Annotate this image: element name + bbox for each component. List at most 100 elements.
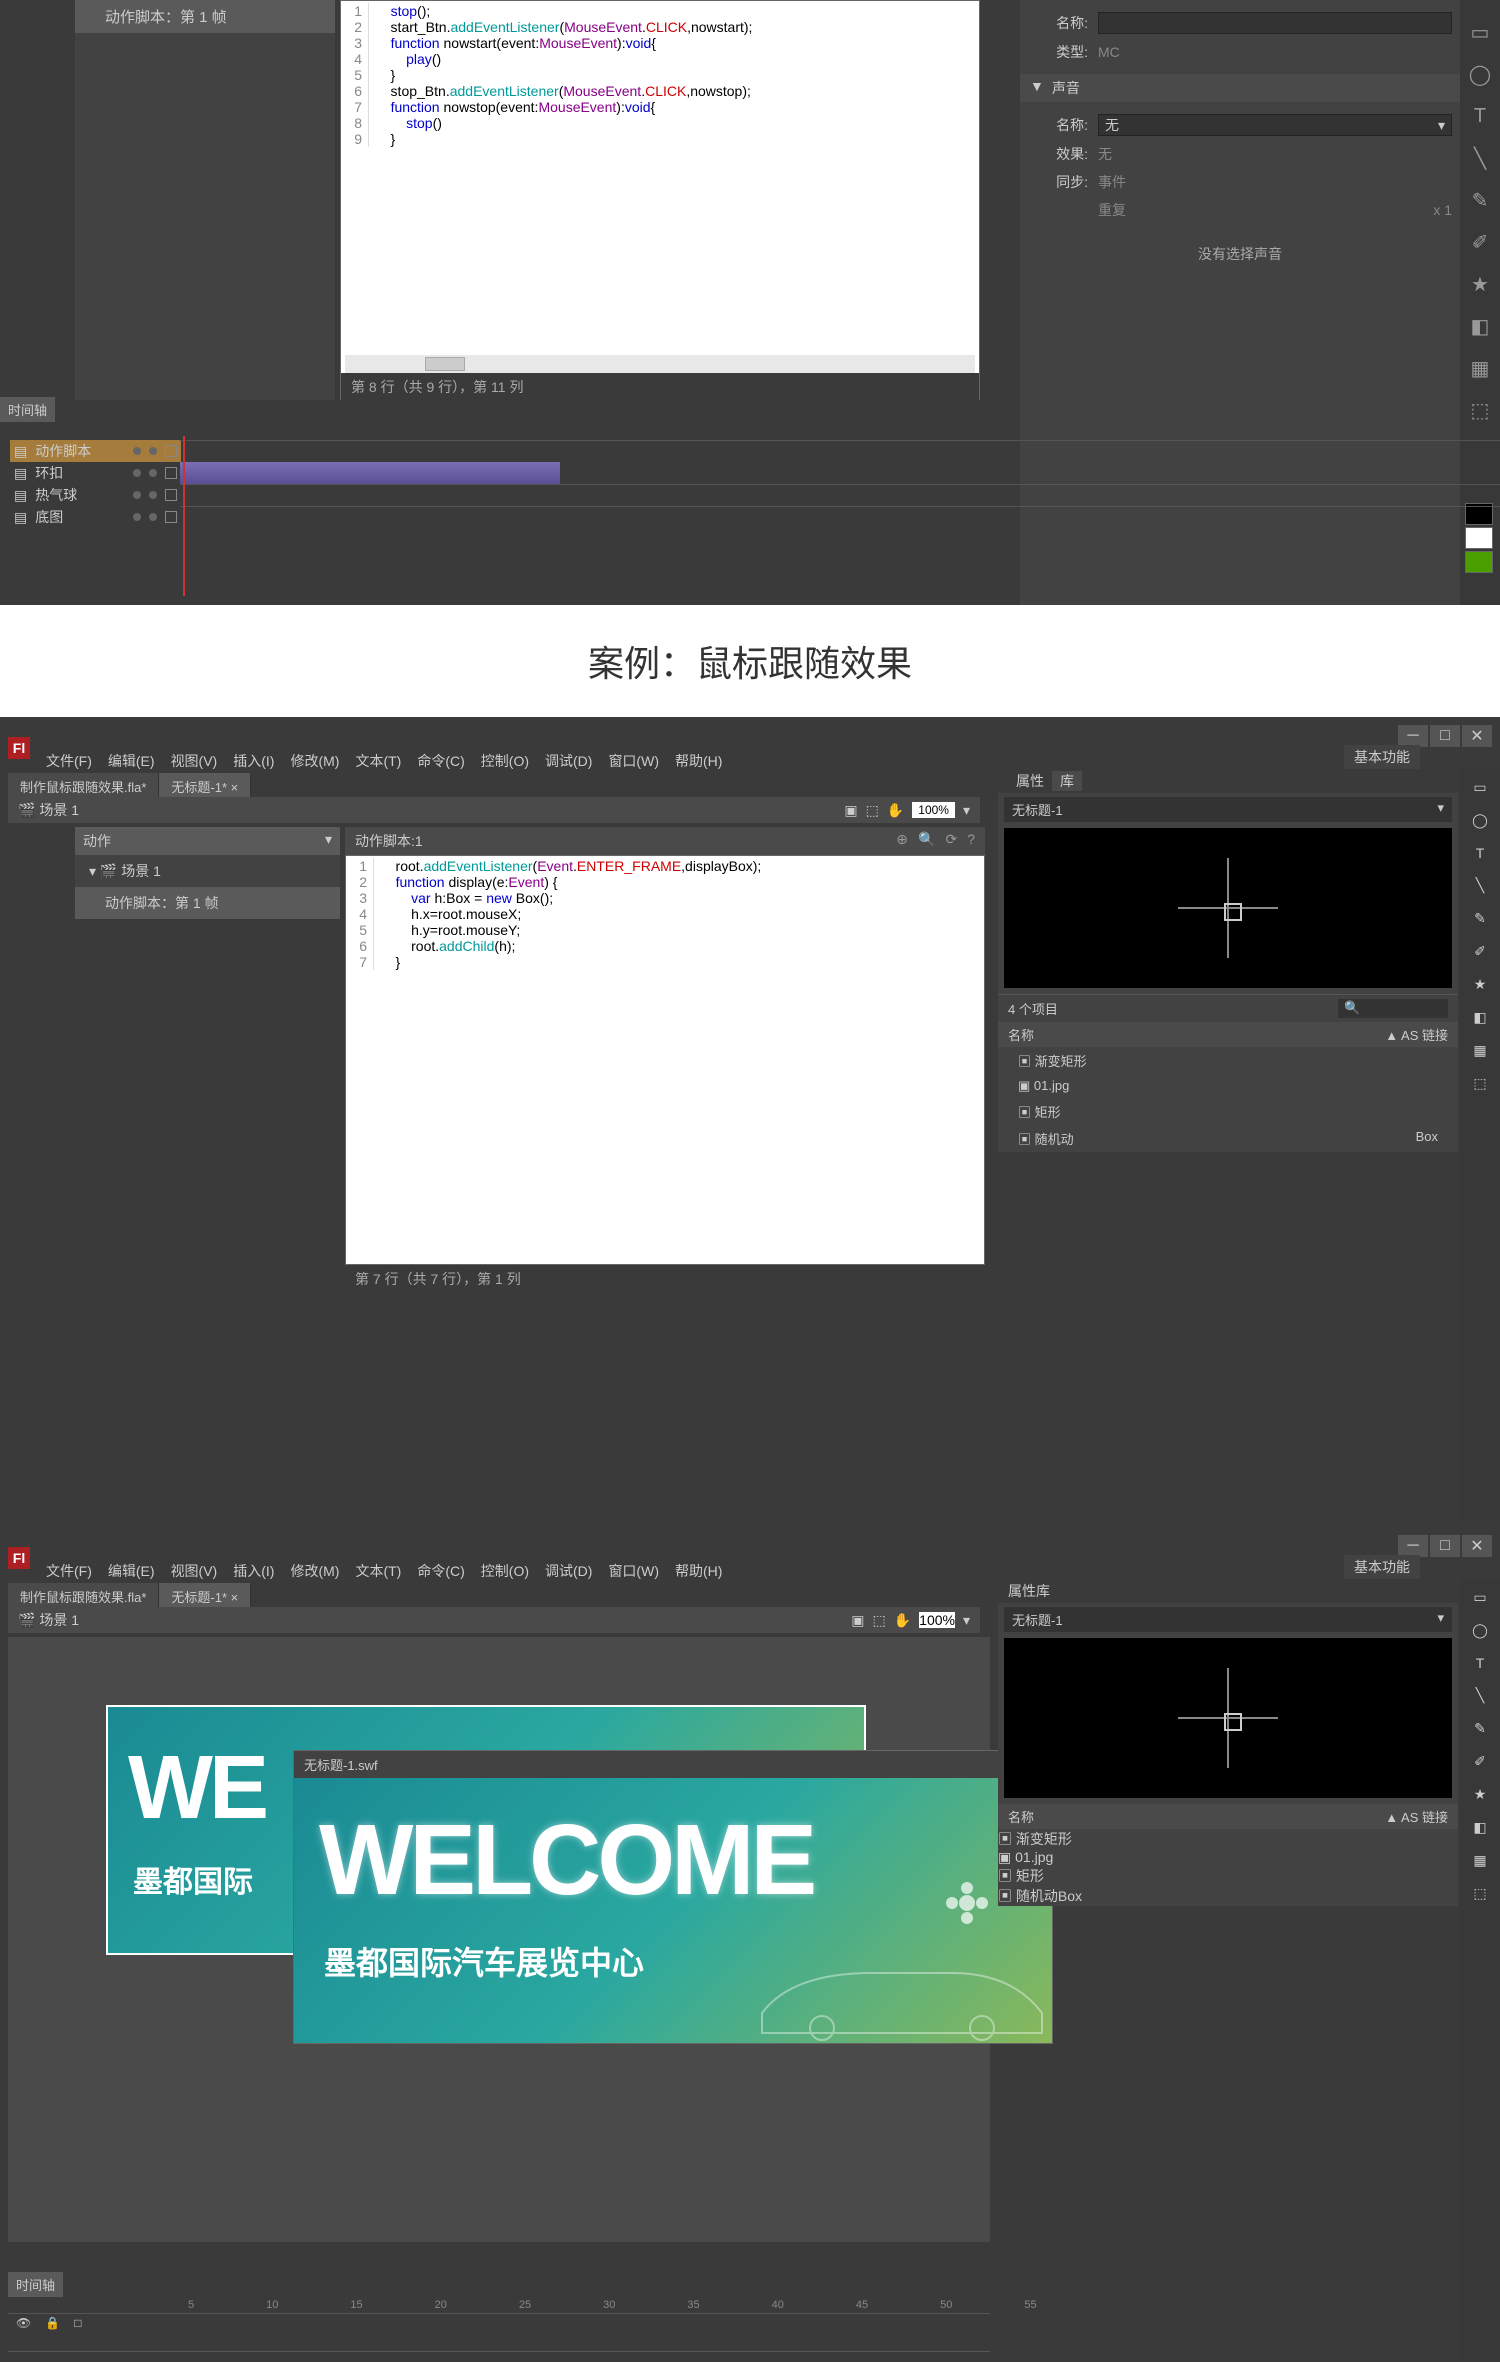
swatch-white[interactable]	[1465, 527, 1493, 549]
tree-frame-script[interactable]: 动作脚本：第 1 帧	[75, 887, 340, 919]
tool-icon[interactable]: ★	[1474, 1786, 1487, 1803]
zoom-input[interactable]: 100%	[912, 802, 955, 818]
minimize-button[interactable]: ─	[1398, 1535, 1428, 1557]
tool-icon[interactable]: ✐	[1474, 1753, 1486, 1770]
lib-link-col[interactable]: ▲ AS 链接	[1385, 1025, 1448, 1044]
tool-icon[interactable]: ★	[1468, 272, 1492, 296]
library-item[interactable]: ▣ 01.jpg	[998, 1849, 1458, 1866]
workspace-select[interactable]: 基本功能	[1344, 1555, 1420, 1579]
edit-symbol-icon[interactable]: ⬚	[872, 1612, 885, 1629]
close-button[interactable]: ✕	[1462, 1535, 1492, 1557]
repeat-label[interactable]: 重复	[1098, 200, 1126, 220]
tree-item-frame-script[interactable]: 动作脚本：第 1 帧	[75, 0, 335, 33]
library-item[interactable]: ▣ 矩形	[998, 1866, 1458, 1886]
timeline[interactable]: 时间轴 510152025303540455055 👁 🔒 □	[8, 2272, 990, 2362]
edit-scene-icon[interactable]: ▣	[844, 802, 857, 819]
lock-icon[interactable]: 🔒	[45, 2316, 60, 2330]
tool-icon[interactable]: ⬚	[1473, 1075, 1486, 1092]
tool-icon[interactable]: ╲	[1476, 1687, 1484, 1704]
tool-icon[interactable]: ▦	[1473, 1042, 1486, 1059]
code-area[interactable]: 1 stop();2 start_Btn.addEventListener(Mo…	[341, 1, 979, 373]
tool-icon[interactable]: ▭	[1473, 1589, 1486, 1606]
layer-row[interactable]: ▤环扣	[10, 462, 181, 484]
panel-tab[interactable]: 属性	[1008, 771, 1052, 791]
tool-icon[interactable]: ◯	[1468, 62, 1492, 86]
tool-icon[interactable]: ◯	[1472, 1622, 1488, 1639]
panel-tab[interactable]: 属性	[1008, 1583, 1036, 1599]
menu-item[interactable]: 控制(O)	[475, 1559, 535, 1583]
menu-item[interactable]: 编辑(E)	[102, 749, 161, 773]
sync-value[interactable]: 事件	[1098, 172, 1126, 192]
library-item[interactable]: ▣ 渐变矩形	[998, 1047, 1458, 1074]
library-item[interactable]: ▣ 随机动Box	[998, 1125, 1458, 1152]
menu-item[interactable]: 调试(D)	[539, 749, 598, 773]
tool-icon[interactable]: ✐	[1474, 943, 1486, 960]
menu-item[interactable]: 插入(I)	[227, 749, 280, 773]
tool-icon[interactable]: ▦	[1468, 356, 1492, 380]
library-item[interactable]: ▣ 随机动Box	[998, 1886, 1458, 1906]
document-tab[interactable]: 制作鼠标跟随效果.fla*	[8, 1583, 159, 1610]
tool-icon[interactable]: ▭	[1468, 20, 1492, 44]
menu-item[interactable]: 文本(T)	[349, 1559, 407, 1583]
tool-icon[interactable]: T	[1476, 1655, 1485, 1671]
hand-icon[interactable]: ✋	[894, 1612, 911, 1629]
menu-item[interactable]: 文件(F)	[40, 749, 98, 773]
zoom-input[interactable]: 100%	[919, 1612, 955, 1628]
tween-region[interactable]	[180, 462, 560, 484]
document-tab[interactable]: 无标题-1* ×	[159, 773, 251, 800]
tool-icon[interactable]: ◧	[1473, 1819, 1486, 1836]
close-button[interactable]: ✕	[1462, 725, 1492, 747]
menu-item[interactable]: 帮助(H)	[669, 749, 728, 773]
timeline-tracks[interactable]	[180, 440, 1500, 530]
hand-icon[interactable]: ✋	[887, 802, 904, 819]
menu-item[interactable]: 帮助(H)	[669, 1559, 728, 1583]
code-area[interactable]: 1 root.addEventListener(Event.ENTER_FRAM…	[345, 855, 985, 1265]
tool-icon[interactable]: ╲	[1468, 146, 1492, 170]
lib-name-col[interactable]: 名称	[1008, 1807, 1034, 1826]
timeline-tab[interactable]: 时间轴	[0, 397, 55, 422]
effect-value[interactable]: 无	[1098, 144, 1112, 164]
menu-item[interactable]: 调试(D)	[539, 1559, 598, 1583]
sound-name-select[interactable]: 无▾	[1098, 114, 1452, 136]
hscroll[interactable]	[345, 355, 975, 373]
actionscript-editor[interactable]: 1 stop();2 start_Btn.addEventListener(Mo…	[340, 0, 980, 400]
pin-icon[interactable]: ⊕	[896, 831, 908, 851]
tool-icon[interactable]: ⬚	[1473, 1885, 1486, 1902]
minimize-button[interactable]: ─	[1398, 725, 1428, 747]
lib-link-col[interactable]: ▲ AS 链接	[1385, 1807, 1448, 1826]
tool-icon[interactable]: ⬚	[1468, 398, 1492, 422]
swf-preview-window[interactable]: 无标题-1.swf ─ □ ✕ WELCOME 墨都国际汽车展览中心	[293, 1750, 1053, 2044]
playhead[interactable]	[183, 436, 185, 596]
wrench-icon[interactable]: ⟳	[945, 831, 957, 851]
maximize-button[interactable]: □	[1430, 725, 1460, 747]
tool-icon[interactable]: ╲	[1476, 877, 1484, 894]
menu-item[interactable]: 编辑(E)	[102, 1559, 161, 1583]
tree-scene[interactable]: ▾ 🎬 场景 1	[75, 855, 340, 887]
library-item[interactable]: ▣ 矩形	[998, 1098, 1458, 1125]
document-tab[interactable]: 制作鼠标跟随效果.fla*	[8, 773, 159, 800]
name-input[interactable]	[1098, 12, 1452, 34]
panel-tab[interactable]: 库	[1052, 771, 1082, 791]
menu-item[interactable]: 文件(F)	[40, 1559, 98, 1583]
type-value[interactable]: MC	[1098, 44, 1120, 60]
library-search-input[interactable]: 🔍	[1338, 999, 1448, 1018]
layer-row[interactable]: ▤动作脚本	[10, 440, 181, 462]
panel-tab[interactable]: 库	[1036, 1583, 1050, 1599]
eye-icon[interactable]: 👁	[16, 2316, 31, 2330]
tool-icon[interactable]: ◯	[1472, 812, 1488, 829]
swatch-green[interactable]	[1465, 551, 1493, 573]
menu-item[interactable]: 修改(M)	[284, 1559, 345, 1583]
sound-header[interactable]: ▼声音	[1020, 74, 1460, 102]
maximize-button[interactable]: □	[1430, 1535, 1460, 1557]
scene-name[interactable]: 场景 1	[39, 802, 79, 818]
menu-item[interactable]: 插入(I)	[227, 1559, 280, 1583]
menu-item[interactable]: 窗口(W)	[602, 1559, 665, 1583]
menu-item[interactable]: 窗口(W)	[602, 749, 665, 773]
help-icon[interactable]: ?	[967, 831, 975, 851]
tool-icon[interactable]: ✎	[1474, 910, 1486, 927]
tool-icon[interactable]: ★	[1474, 976, 1487, 993]
edit-scene-icon[interactable]: ▣	[851, 1612, 864, 1629]
menu-item[interactable]: 修改(M)	[284, 749, 345, 773]
library-item[interactable]: ▣ 渐变矩形	[998, 1829, 1458, 1849]
menu-item[interactable]: 文本(T)	[349, 749, 407, 773]
